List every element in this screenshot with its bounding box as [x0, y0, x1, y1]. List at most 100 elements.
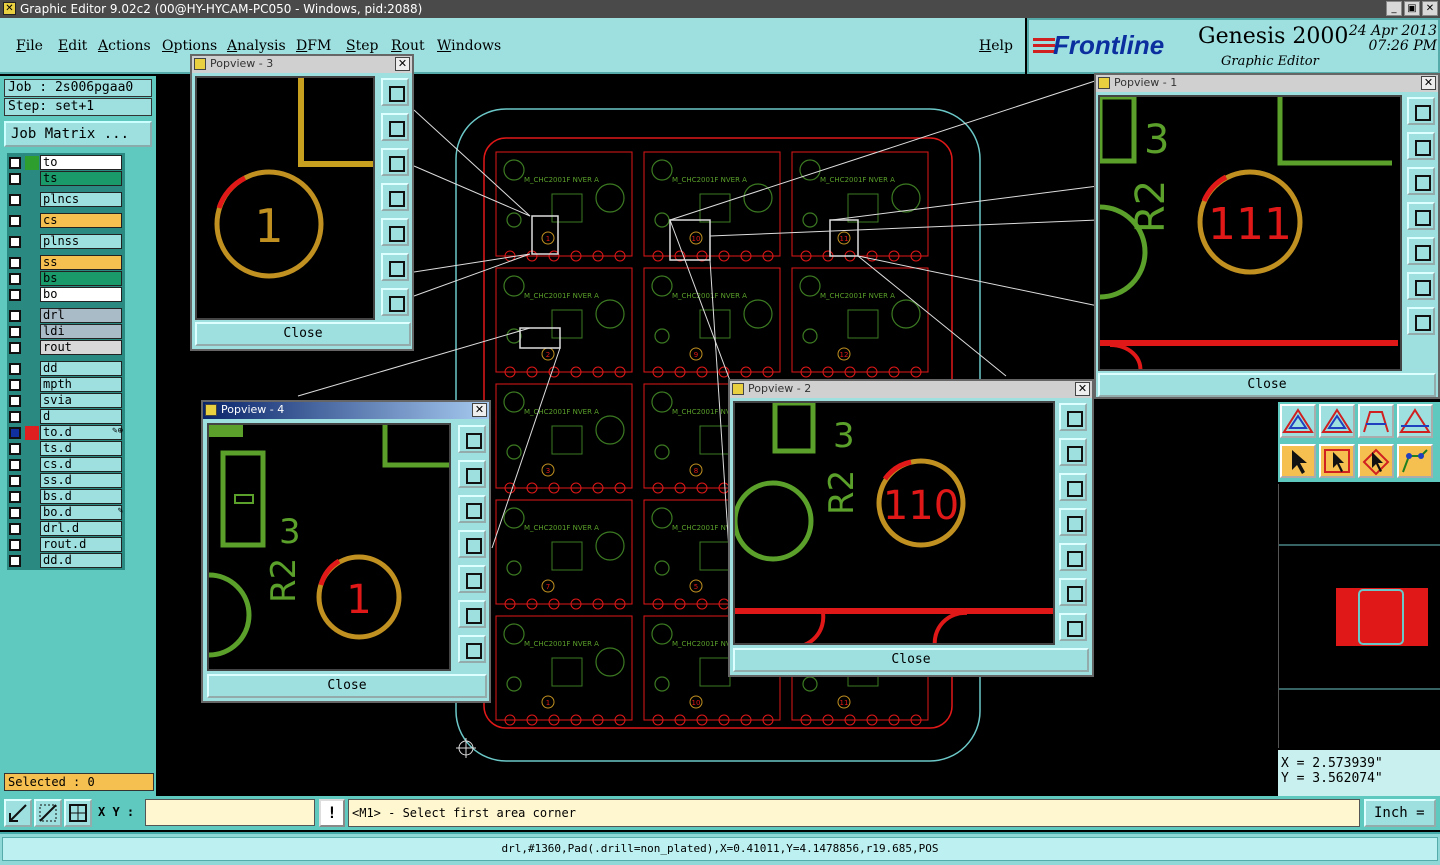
layer-checkbox[interactable]: [9, 443, 21, 455]
popview-1-titlebar[interactable]: Popview - 1 ✕: [1096, 75, 1438, 92]
layer-name[interactable]: svia: [40, 393, 122, 408]
layer-name[interactable]: rout: [40, 340, 122, 355]
area-select-tool-2[interactable]: [1319, 404, 1355, 438]
layer-row-drl-d[interactable]: drl.d: [7, 521, 125, 536]
layer-checkbox[interactable]: [9, 273, 21, 285]
layer-row-bs[interactable]: bs: [7, 271, 125, 286]
layer-name[interactable]: to.d: [40, 425, 122, 440]
layer-name[interactable]: cs.d: [40, 457, 122, 472]
layer-checkbox[interactable]: [9, 411, 21, 423]
layer-row-ss-d[interactable]: ss.d: [7, 473, 125, 488]
layer-name[interactable]: dd: [40, 361, 122, 376]
popview-1-view[interactable]: 3 R2 111: [1098, 95, 1402, 371]
menu-options[interactable]: Options: [162, 38, 217, 54]
pan-up-icon[interactable]: [381, 113, 409, 141]
layer-row-plnss[interactable]: plnss: [7, 234, 125, 249]
layer-row-rout[interactable]: rout: [7, 340, 125, 355]
layer-row-to[interactable]: to: [7, 155, 125, 170]
layer-row-cs-d[interactable]: cs.d: [7, 457, 125, 472]
measure-icon[interactable]: [4, 799, 32, 827]
grid-icon[interactable]: [64, 799, 92, 827]
layer-name[interactable]: rout.d: [40, 537, 122, 552]
layer-row-plncs[interactable]: plncs: [7, 192, 125, 207]
popview-3-close-x[interactable]: ✕: [395, 57, 410, 71]
layer-checkbox[interactable]: [9, 507, 21, 519]
pan-down-icon[interactable]: [381, 148, 409, 176]
popview-2-titlebar[interactable]: Popview - 2 ✕: [730, 381, 1092, 398]
menu-dfm[interactable]: DFM: [296, 38, 331, 54]
layer-checkbox[interactable]: [9, 326, 21, 338]
popview-4-view[interactable]: 3 R2 1: [207, 423, 451, 671]
layer-name[interactable]: cs: [40, 213, 122, 228]
pan-left-icon[interactable]: [1407, 202, 1435, 230]
zoom-in-icon[interactable]: [1407, 272, 1435, 300]
pointer-poly-tool[interactable]: [1358, 444, 1394, 478]
layer-checkbox[interactable]: [9, 310, 21, 322]
layer-name[interactable]: bs: [40, 271, 122, 286]
layer-row-ts-d[interactable]: ts.d: [7, 441, 125, 456]
popview-2-close-button[interactable]: Close: [733, 648, 1089, 672]
layer-name[interactable]: d: [40, 409, 122, 424]
layer-row-d[interactable]: d: [7, 409, 125, 424]
layer-row-dd[interactable]: dd: [7, 361, 125, 376]
layer-checkbox[interactable]: [9, 379, 21, 391]
layer-row-ts[interactable]: ts: [7, 171, 125, 186]
menu-windows[interactable]: Windows: [437, 38, 501, 54]
layer-row-ss[interactable]: ss: [7, 255, 125, 270]
snap-grid-icon[interactable]: [34, 799, 62, 827]
pan-right-icon[interactable]: [1407, 237, 1435, 265]
layer-row-cs[interactable]: cs: [7, 213, 125, 228]
pan-up-icon[interactable]: [1059, 438, 1087, 466]
zoom-out-icon[interactable]: [1059, 613, 1087, 641]
layer-row-bo[interactable]: bo: [7, 287, 125, 302]
pan-down-icon[interactable]: [1407, 167, 1435, 195]
pan-right-icon[interactable]: [458, 565, 486, 593]
pan-left-icon[interactable]: [458, 530, 486, 558]
job-matrix-button[interactable]: Job Matrix ...: [4, 121, 152, 147]
overview-panel[interactable]: [1278, 484, 1440, 748]
layer-checkbox[interactable]: [9, 257, 21, 269]
layer-checkbox[interactable]: [9, 194, 21, 206]
popview-3-close-button[interactable]: Close: [195, 322, 411, 346]
area-select-tool-1[interactable]: [1280, 404, 1316, 438]
layer-checkbox[interactable]: [9, 491, 21, 503]
xy-input[interactable]: [145, 799, 315, 826]
layer-row-bo-d[interactable]: bo.d ✎: [7, 505, 125, 520]
zoom-in-icon[interactable]: [1059, 578, 1087, 606]
pan-down-icon[interactable]: [1059, 473, 1087, 501]
layer-name[interactable]: bs.d: [40, 489, 122, 504]
layer-checkbox[interactable]: [9, 289, 21, 301]
pan-down-icon[interactable]: [458, 495, 486, 523]
menu-edit[interactable]: Edit: [58, 38, 87, 54]
layer-name[interactable]: mpth: [40, 377, 122, 392]
popview-1-close-button[interactable]: Close: [1098, 373, 1436, 397]
snap-tool[interactable]: [1397, 444, 1433, 478]
layer-name[interactable]: ss: [40, 255, 122, 270]
minimize-button[interactable]: _: [1386, 1, 1402, 16]
layer-checkbox[interactable]: [9, 555, 21, 567]
layer-name[interactable]: to: [40, 155, 122, 170]
layer-name[interactable]: ss.d: [40, 473, 122, 488]
layer-checkbox[interactable]: [9, 342, 21, 354]
pan-left-icon[interactable]: [381, 183, 409, 211]
menu-actions[interactable]: Actions: [98, 38, 151, 54]
area-select-tool-3[interactable]: [1358, 404, 1394, 438]
layer-checkbox[interactable]: [9, 215, 21, 227]
zoom-fit-icon[interactable]: [458, 425, 486, 453]
popview-2-view[interactable]: 3 R2 110: [733, 401, 1055, 645]
menu-file[interactable]: File: [16, 38, 43, 54]
area-select-tool-4[interactable]: [1397, 404, 1433, 438]
zoom-out-icon[interactable]: [1407, 307, 1435, 335]
pan-up-icon[interactable]: [458, 460, 486, 488]
layer-row-dd-d[interactable]: dd.d: [7, 553, 125, 568]
popview-4-titlebar[interactable]: Popview - 4 ✕: [203, 402, 489, 419]
layer-row-mpth[interactable]: mpth: [7, 377, 125, 392]
popview-1-close-x[interactable]: ✕: [1421, 76, 1436, 90]
layer-name[interactable]: drl.d: [40, 521, 122, 536]
layer-name[interactable]: plnss: [40, 234, 122, 249]
layer-name[interactable]: plncs: [40, 192, 122, 207]
pointer-tool[interactable]: [1280, 444, 1316, 478]
layer-checkbox[interactable]: [9, 173, 21, 185]
layer-row-drl[interactable]: drl: [7, 308, 125, 323]
zoom-out-icon[interactable]: [458, 635, 486, 663]
